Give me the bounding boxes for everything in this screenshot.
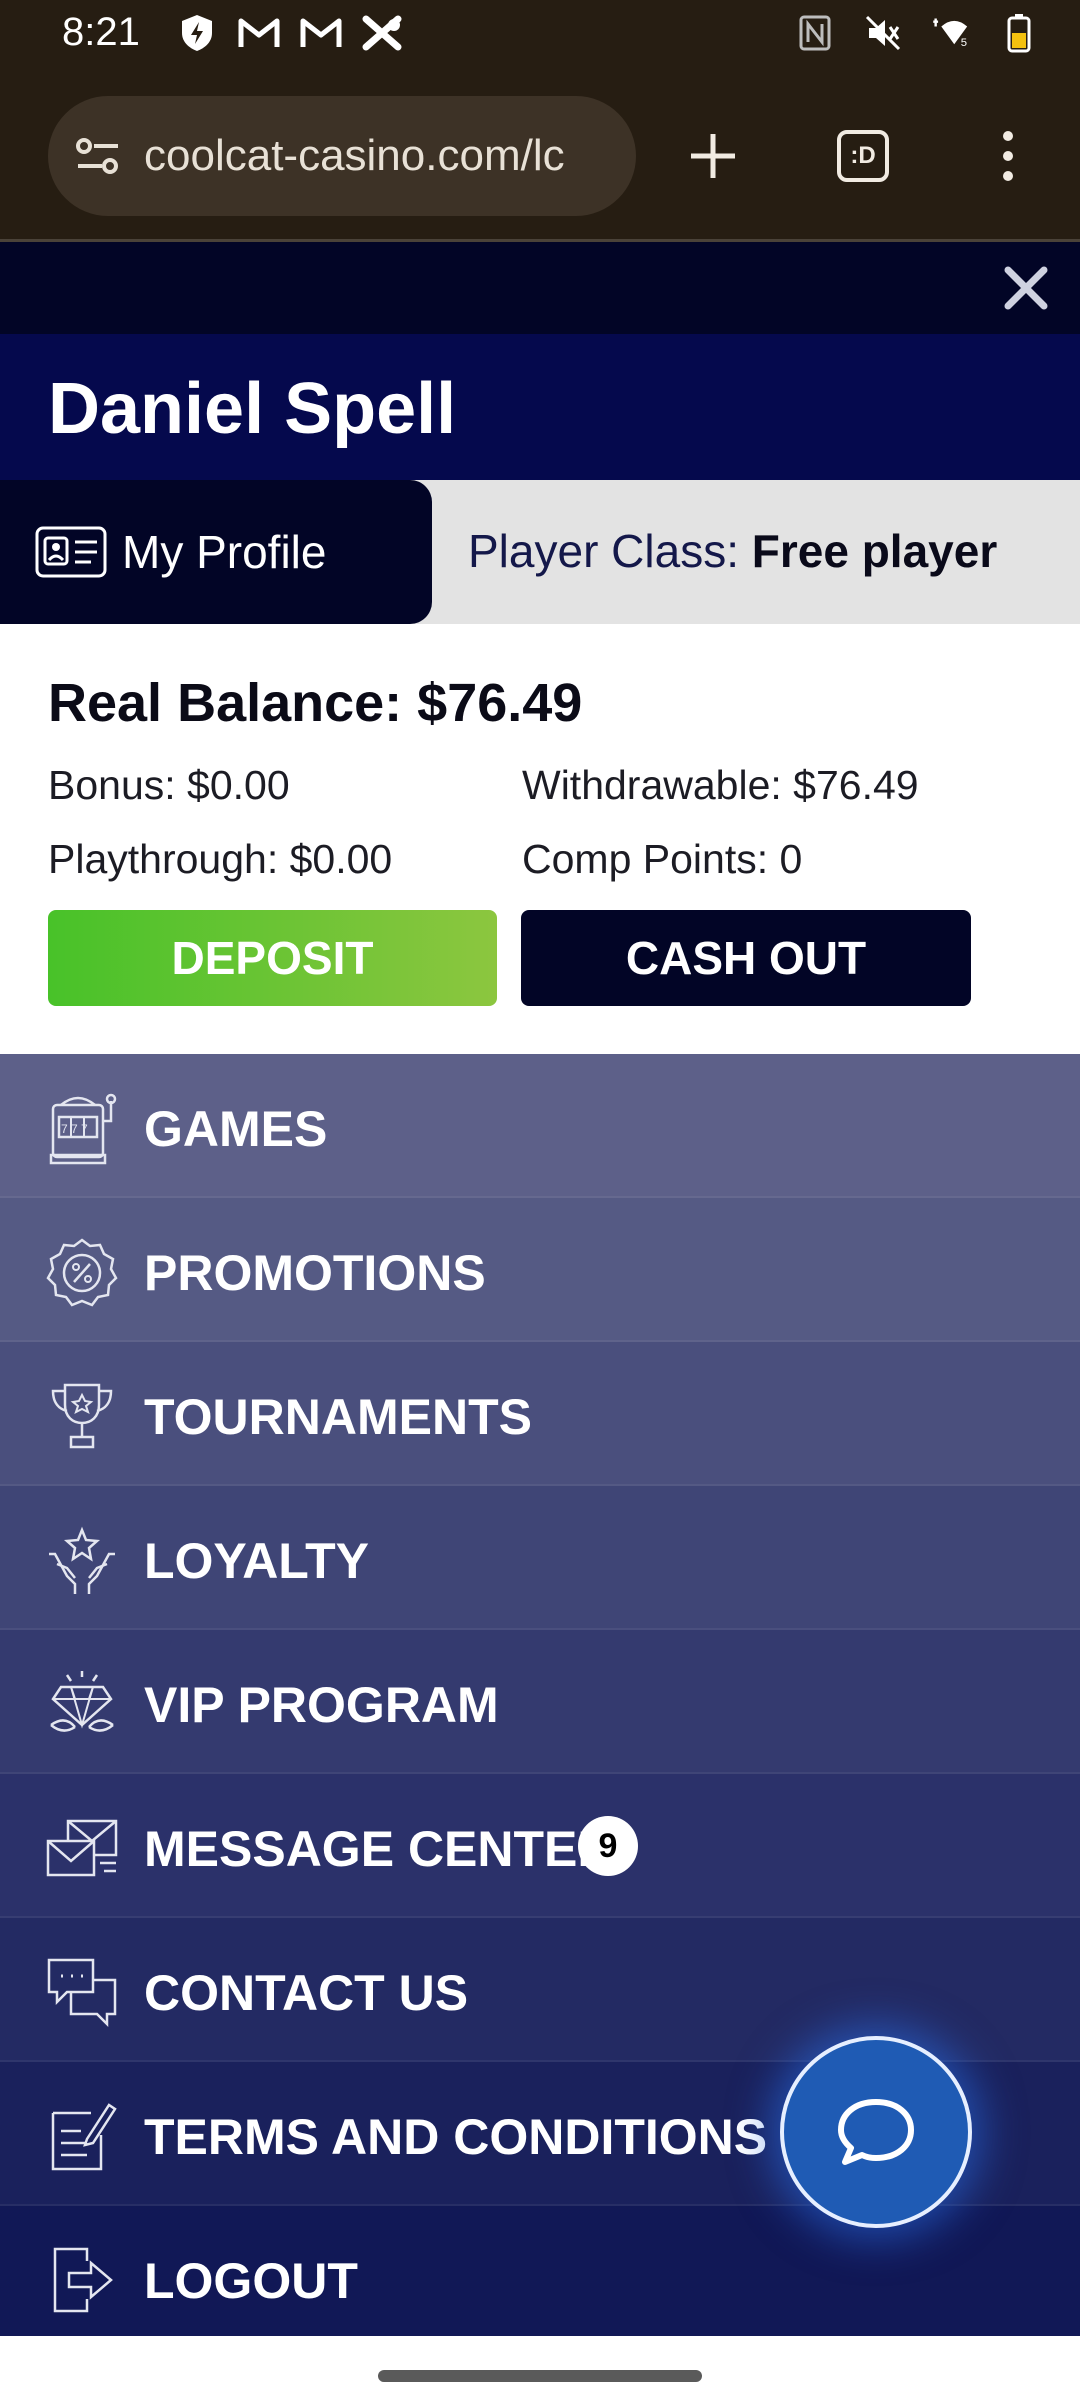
browser-toolbar: coolcat-casino.com/lc :D — [0, 70, 1080, 242]
logout-icon — [44, 2242, 120, 2318]
menu-item-vip-program[interactable]: VIP PROGRAM — [0, 1630, 1080, 1774]
tab-switcher-button[interactable]: :D — [823, 116, 903, 196]
home-gesture-handle[interactable] — [378, 2370, 702, 2382]
profile-row: My Profile Player Class: Free player — [0, 480, 1080, 624]
menu-label-message-center: MESSAGE CENTER — [144, 1821, 614, 1877]
player-class-value: Free player — [751, 525, 998, 577]
menu-label-logout: LOGOUT — [144, 2253, 358, 2309]
balance-panel: Real Balance: $76.49 Bonus: $0.00 Withdr… — [0, 624, 1080, 1054]
plus-icon — [691, 134, 735, 178]
svg-text:7 7 7: 7 7 7 — [61, 1122, 88, 1136]
battery-icon — [998, 12, 1040, 54]
playthrough-balance: Playthrough: $0.00 — [48, 836, 393, 882]
user-header: Daniel Spell — [0, 334, 1080, 480]
mute-icon — [862, 12, 904, 54]
menu-item-contact-us[interactable]: CONTACT US — [0, 1918, 1080, 2062]
browser-menu-button[interactable] — [968, 116, 1048, 196]
close-menu-button[interactable] — [994, 256, 1058, 320]
player-class-label: Player Class: — [468, 525, 739, 577]
unread-count-badge: 9 — [578, 1816, 638, 1876]
menu-top-strip — [0, 242, 1080, 334]
tab-count: :D — [837, 130, 889, 182]
new-tab-button[interactable] — [673, 116, 753, 196]
menu-label-terms-and-conditions: TERMS AND CONDITIONS — [144, 2109, 768, 2165]
close-icon — [1004, 266, 1048, 310]
svg-text:5: 5 — [961, 37, 967, 49]
gmail-icon — [300, 12, 342, 54]
status-time: 8:21 — [62, 10, 140, 54]
hands-star-icon — [44, 1522, 120, 1598]
menu-label-contact-us: CONTACT US — [144, 1965, 469, 2021]
url-text[interactable]: coolcat-casino.com/lc — [144, 131, 614, 181]
deposit-button[interactable]: DEPOSIT — [48, 910, 497, 1006]
live-chat-button[interactable] — [780, 2036, 972, 2228]
status-icons-right: 5 — [794, 12, 1040, 54]
system-navigation-bar — [0, 2336, 1080, 2408]
cash-out-button[interactable]: CASH OUT — [521, 910, 971, 1006]
trophy-icon — [44, 1378, 120, 1454]
gmail-icon — [238, 12, 280, 54]
bonus-balance: Bonus: $0.00 — [48, 762, 290, 808]
withdrawable-balance: Withdrawable: $76.49 — [522, 762, 919, 808]
nfc-icon — [794, 12, 836, 54]
menu-label-vip-program: VIP PROGRAM — [144, 1677, 499, 1733]
status-bar: 8:21 5 — [0, 0, 1080, 70]
diamond-icon — [44, 1666, 120, 1742]
my-profile-label: My Profile — [122, 526, 327, 578]
menu-label-loyalty: LOYALTY — [144, 1533, 370, 1589]
menu-item-promotions[interactable]: PROMOTIONS — [0, 1198, 1080, 1342]
status-icons-left — [176, 12, 404, 54]
menu-label-games: GAMES — [144, 1101, 328, 1157]
menu-item-logout[interactable]: LOGOUT — [0, 2206, 1080, 2350]
slot-machine-icon: 7 7 7 — [44, 1090, 120, 1166]
player-class: Player Class: Free player — [468, 524, 997, 578]
kebab-menu-icon — [1003, 131, 1013, 181]
my-profile-button[interactable]: My Profile — [0, 480, 432, 624]
menu-item-tournaments[interactable]: TOURNAMENTS — [0, 1342, 1080, 1486]
wifi-icon: 5 — [930, 12, 972, 54]
envelope-icon — [44, 1810, 120, 1886]
menu-item-loyalty[interactable]: LOYALTY — [0, 1486, 1080, 1630]
user-name: Daniel Spell — [48, 369, 457, 449]
chat-icon — [838, 2099, 914, 2165]
menu-label-tournaments: TOURNAMENTS — [144, 1389, 532, 1445]
document-edit-icon — [44, 2098, 120, 2174]
real-balance: Real Balance: $76.49 — [48, 673, 583, 733]
menu-item-message-center[interactable]: MESSAGE CENTER 9 — [0, 1774, 1080, 1918]
menu-label-promotions: PROMOTIONS — [144, 1245, 486, 1301]
chat-bubbles-icon — [44, 1954, 120, 2030]
id-card-icon — [34, 524, 108, 580]
comp-points: Comp Points: 0 — [522, 836, 803, 882]
percent-badge-icon — [44, 1234, 120, 1310]
address-bar[interactable]: coolcat-casino.com/lc — [48, 96, 636, 216]
site-settings-icon[interactable] — [70, 128, 126, 184]
x-app-icon — [362, 12, 404, 54]
menu-item-games[interactable]: 7 7 7 GAMES — [0, 1054, 1080, 1198]
shield-bolt-icon — [176, 12, 218, 54]
